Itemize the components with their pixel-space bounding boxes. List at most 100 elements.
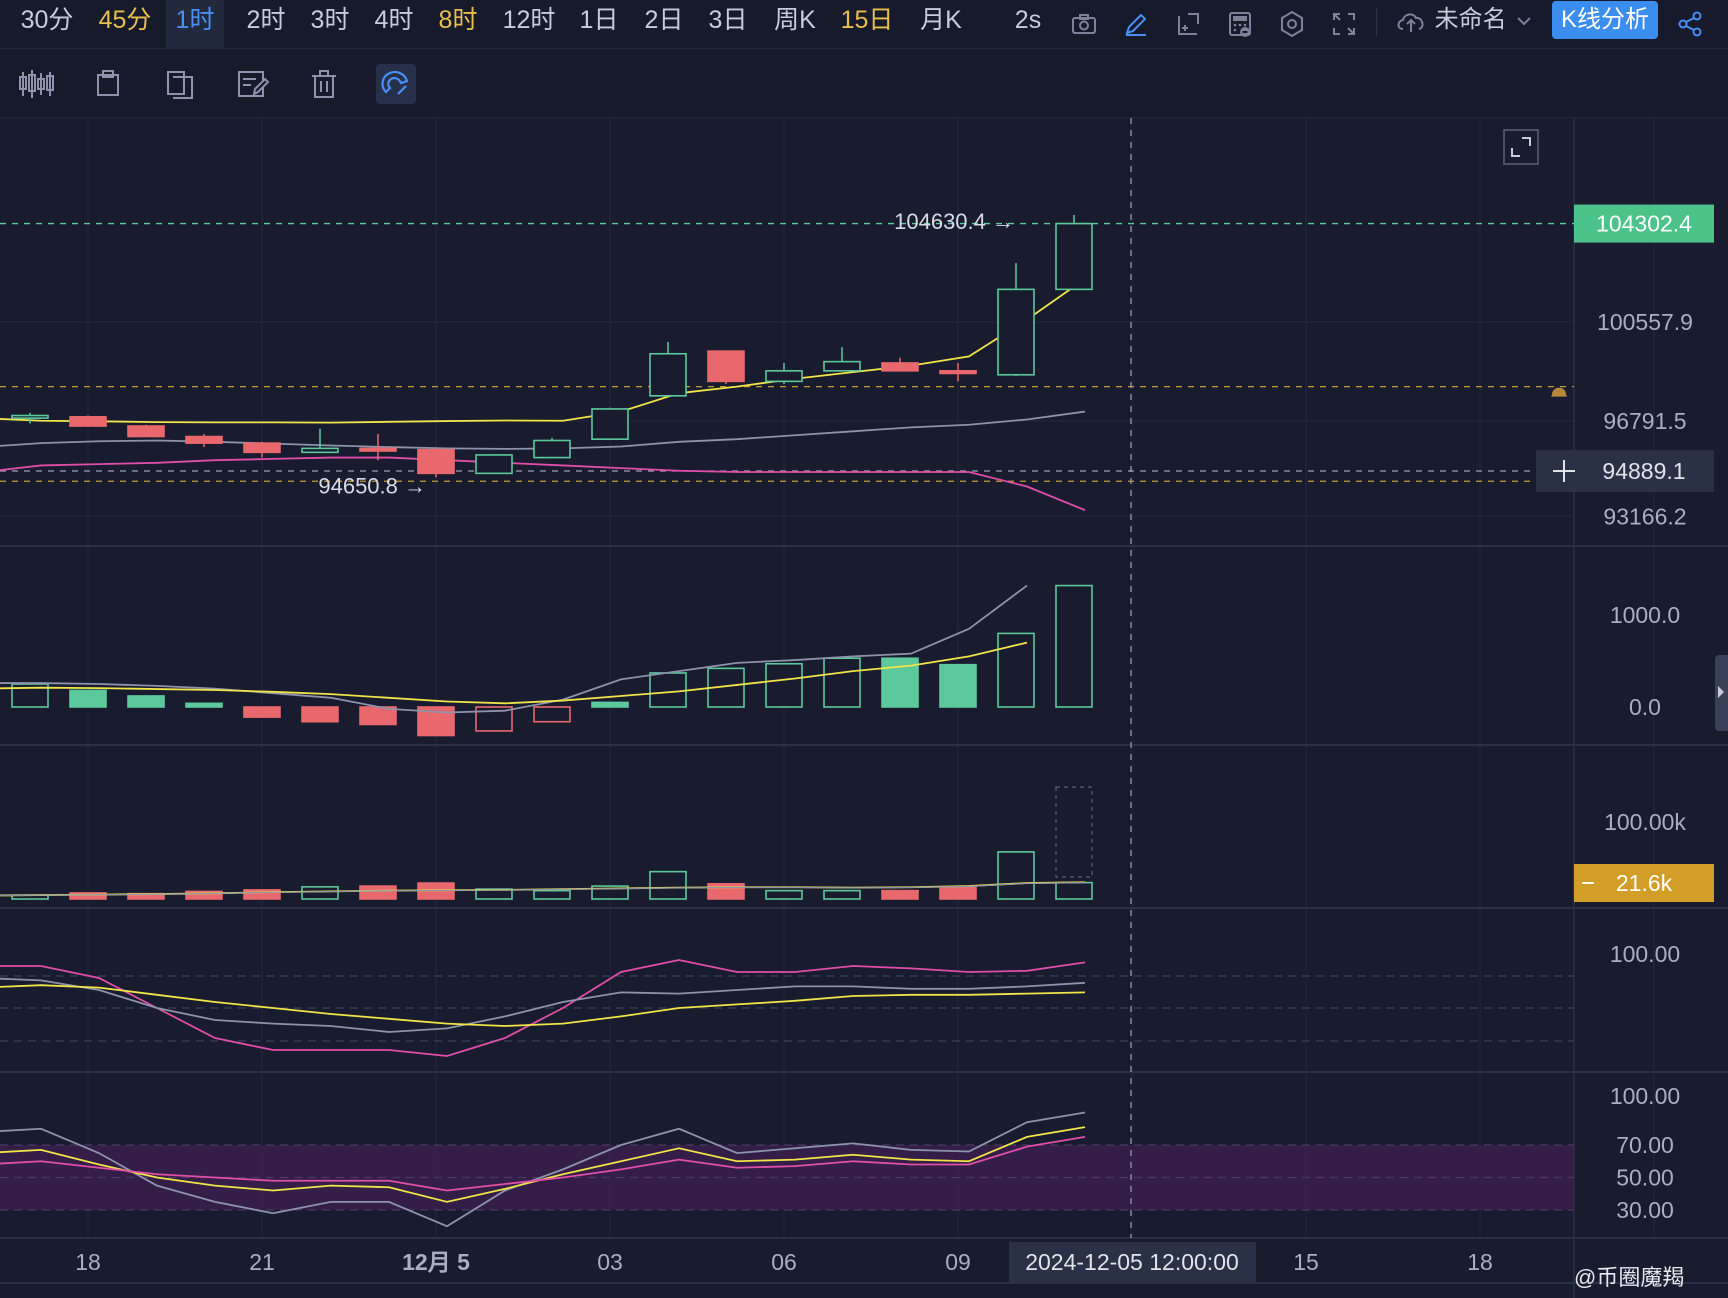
project-selector[interactable]: 未命名: [1394, 0, 1535, 40]
price-axis-label: 93166.2: [1603, 503, 1686, 529]
rsi-axis-label: 50.00: [1616, 1165, 1674, 1191]
timeframe-tab[interactable]: 12时: [494, 0, 564, 49]
candle-body: [707, 350, 745, 383]
macd-axis-label: 1000.0: [1610, 602, 1680, 628]
project-name: 未命名: [1434, 6, 1507, 33]
timeframe-tab[interactable]: 3时: [300, 0, 360, 49]
macd-histogram-bar: [69, 689, 107, 708]
max-price-annotation: 104630.4 →: [894, 209, 1014, 234]
candle-body: [649, 352, 687, 397]
volume-bar: [301, 886, 339, 900]
candle-body: [243, 442, 281, 454]
candle-body: [11, 414, 49, 419]
volume-bar: [1055, 881, 1093, 900]
candle-body: [127, 425, 165, 438]
candle-body: [997, 288, 1035, 376]
timeframe-tab[interactable]: 30分: [10, 0, 84, 49]
time-axis-label: 03: [597, 1249, 623, 1275]
crosshair-price-label: 94889.1: [1602, 458, 1685, 484]
rsi-axis-label: 100.00: [1610, 1083, 1680, 1109]
macd-histogram-bar: [765, 662, 803, 708]
macd-axis-label: 0.0: [1629, 694, 1661, 720]
timeframe-tab[interactable]: 2时: [236, 0, 296, 49]
magnet-icon[interactable]: [376, 64, 416, 104]
candle-body: [591, 408, 629, 440]
camera-icon[interactable]: [1068, 8, 1100, 40]
candle-body: [939, 370, 977, 375]
timeframe-tab[interactable]: 1日: [574, 0, 624, 49]
timeframe-tab[interactable]: 1时: [166, 0, 224, 49]
volume-bar: [765, 889, 803, 900]
macd-histogram-bar: [591, 701, 629, 708]
macd-histogram-bar: [301, 706, 339, 723]
top-toolbar: 30分 45分 1时 2时 3时 4时 8时 12时 1日 2日 3日 周K 15日 月K 2s 未命名 …: [0, 0, 1728, 49]
add-indicator-icon[interactable]: [1172, 8, 1204, 40]
candle-body: [1055, 222, 1093, 291]
time-axis-label: 09: [945, 1249, 971, 1275]
settings-icon[interactable]: [1276, 8, 1308, 40]
chevron-down-icon: [1513, 6, 1535, 33]
rsi-axis-label: 70.00: [1616, 1132, 1674, 1158]
clipboard-icon[interactable]: [88, 64, 128, 104]
candle[interactable]: [591, 407, 629, 440]
side-panel-toggle[interactable]: [1715, 655, 1728, 731]
macd-histogram-bar: [127, 695, 165, 708]
crosshair-time-label: 2024-12-05 12:00:00: [1025, 1249, 1239, 1275]
time-axis-label: 21: [249, 1249, 275, 1275]
pencil-icon[interactable]: [1120, 8, 1152, 40]
min-price-annotation: 94650.8 →: [318, 473, 426, 498]
timeframe-tab[interactable]: 周K: [766, 0, 824, 49]
volume-axis-label: 100.00k: [1604, 809, 1686, 835]
time-axis-label: 18: [75, 1249, 101, 1275]
candle[interactable]: [475, 454, 513, 475]
trash-icon[interactable]: [304, 64, 344, 104]
candle-body: [823, 360, 861, 372]
candle-body: [881, 362, 919, 372]
timeframe-tab[interactable]: 15日: [838, 0, 896, 49]
candle-body: [301, 447, 339, 454]
candle-body: [765, 370, 803, 383]
candle-body: [359, 447, 397, 452]
copy-icon[interactable]: [160, 64, 200, 104]
time-axis-label: 15: [1293, 1249, 1319, 1275]
edit-note-icon[interactable]: [232, 64, 272, 104]
price-axis-label: 96791.5: [1603, 408, 1686, 434]
candle[interactable]: [707, 350, 745, 384]
macd-histogram-bar: [533, 706, 571, 723]
macd-histogram-bar: [243, 706, 281, 718]
macd-histogram-bar: [1055, 584, 1093, 708]
candle-body: [69, 416, 107, 427]
candle[interactable]: [127, 424, 165, 438]
kline-chart[interactable]: 100557.9 96791.5 93166.2 104302.4 94889.1 104…: [0, 118, 1728, 1298]
macd-histogram-bar: [823, 657, 861, 708]
timeframe-tab[interactable]: 8时: [428, 0, 488, 49]
fullscreen-icon[interactable]: [1328, 8, 1360, 40]
candle[interactable]: [69, 415, 107, 427]
time-axis-label: 12月 5: [402, 1249, 470, 1275]
candle[interactable]: [533, 437, 571, 459]
candle-body: [533, 439, 571, 459]
share-icon[interactable]: [1674, 8, 1706, 40]
toolbar-divider: [1376, 8, 1377, 36]
time-axis-label: 18: [1467, 1249, 1493, 1275]
volume-bar: [359, 885, 397, 900]
volume-bar: [533, 889, 571, 900]
volume-bar: [997, 851, 1035, 900]
last-price-label: 104302.4: [1596, 211, 1692, 237]
macd-histogram-bar: [649, 672, 687, 708]
candle-style-icon[interactable]: [16, 64, 56, 104]
timeframe-tab[interactable]: 3日: [700, 0, 756, 49]
kdj-axis-label: 100.00: [1610, 941, 1680, 967]
rsi-axis-label: 30.00: [1616, 1197, 1674, 1223]
kline-analysis-button[interactable]: K线分析: [1552, 1, 1658, 39]
watermark: @币圈魔羯: [1574, 1265, 1685, 1290]
timeframe-tab[interactable]: 月K: [912, 0, 970, 49]
candle[interactable]: [1055, 214, 1093, 291]
refresh-interval-button[interactable]: 2s: [1006, 0, 1050, 49]
macd-histogram-bar: [939, 663, 977, 708]
timeframe-tab[interactable]: 4时: [364, 0, 424, 49]
volume-bar: [881, 889, 919, 900]
calculator-icon[interactable]: [1224, 8, 1256, 40]
timeframe-tab[interactable]: 2日: [636, 0, 692, 49]
timeframe-tab[interactable]: 45分: [90, 0, 160, 49]
